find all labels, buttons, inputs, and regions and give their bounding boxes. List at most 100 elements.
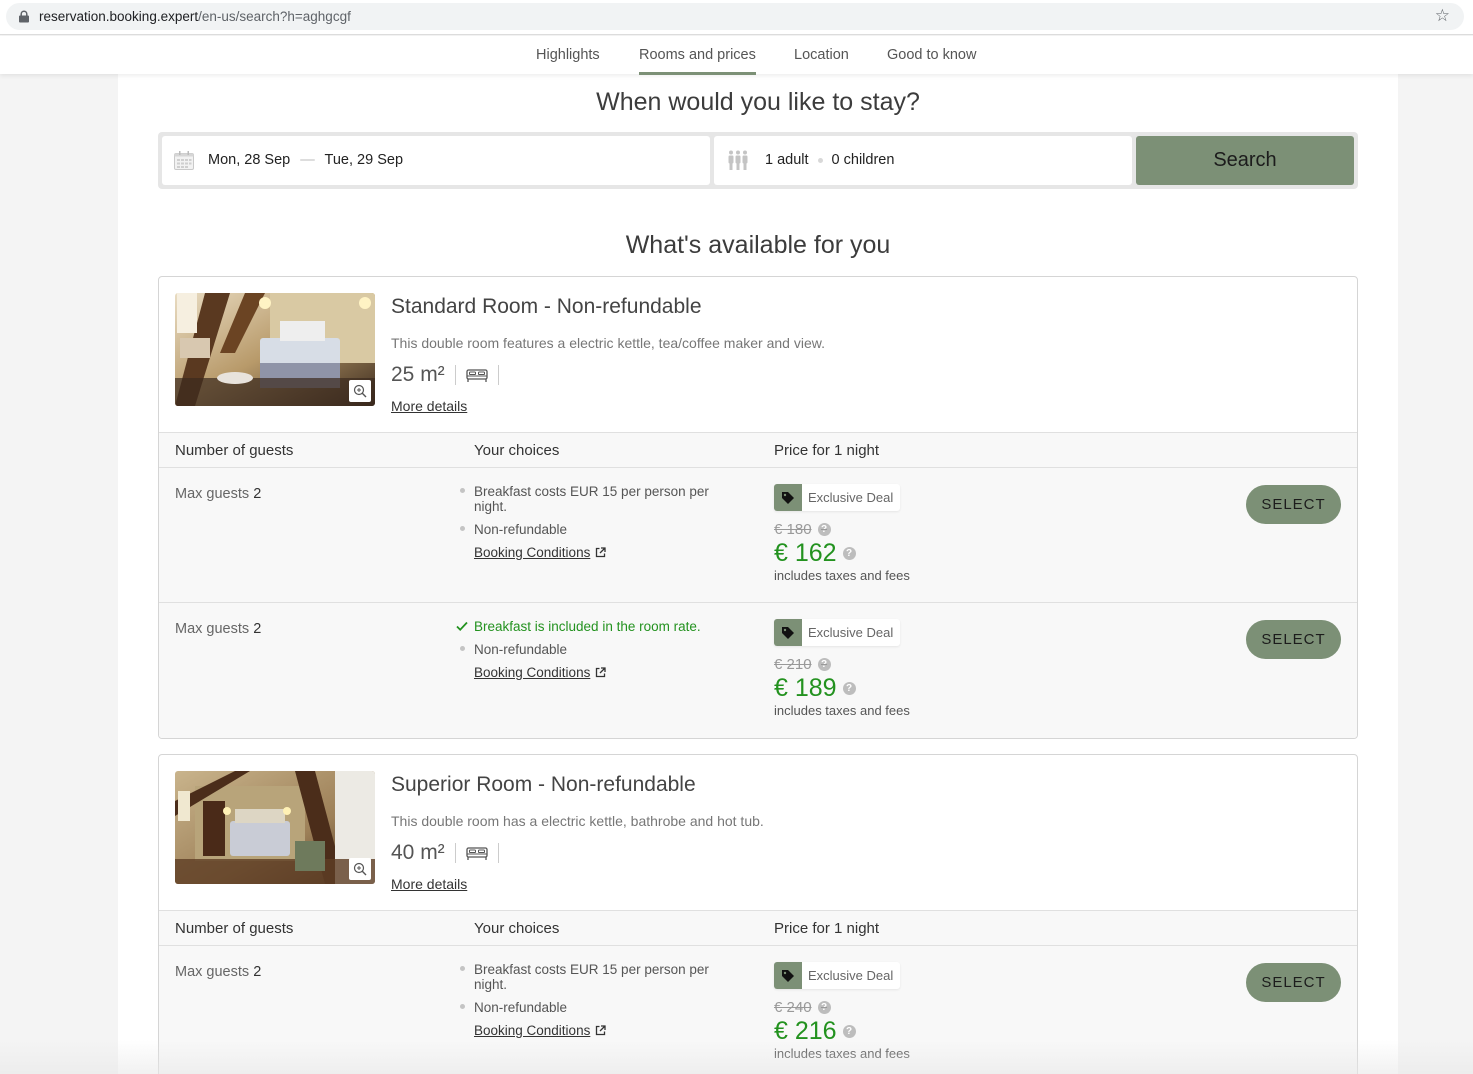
choice-item: Non-refundable [456,1000,736,1015]
url-host: reservation.booking.expert [39,9,199,24]
rates-header: Number of guests Your choices Price for … [159,433,1357,468]
choice-text: Breakfast costs EUR 15 per person per ni… [474,484,709,514]
help-icon[interactable]: ? [817,658,831,671]
nav-location[interactable]: Location [794,47,849,63]
help-icon[interactable]: ? [842,546,856,560]
tag-icon [774,484,802,511]
help-icon[interactable]: ? [817,523,831,536]
rate-choices: Breakfast is included in the room rate. … [456,619,736,680]
more-details-link[interactable]: More details [391,398,467,414]
current-price-value: € 216 [774,1017,837,1045]
search-button[interactable]: Search [1136,136,1354,185]
max-guests-value: 2 [253,621,262,637]
bullet-icon [460,966,465,971]
double-bed-icon [466,369,488,382]
zoom-in-icon [353,384,367,398]
rate-choices: Breakfast costs EUR 15 per person per ni… [456,484,736,560]
max-guests-label: Max guests [175,486,250,502]
rates-header: Number of guests Your choices Price for … [159,911,1357,946]
max-guests-label: Max guests [175,621,250,637]
booking-conditions-link[interactable]: Booking Conditions [456,545,736,560]
bookmark-star-icon[interactable]: ☆ [1435,7,1450,25]
col-header-price: Price for 1 night [774,442,880,459]
availability-heading: What's available for you [625,231,891,259]
main-content: When would you like to stay? Mon, 28 Sep… [118,74,1398,1074]
room-photo[interactable] [175,771,375,884]
choice-item: Non-refundable [456,642,736,657]
search-bar: Mon, 28 Sep — Tue, 29 Sep 1 adult 0 child… [158,132,1358,189]
taxes-note: includes taxes and fees [774,568,910,583]
adults-count: 1 adult [765,152,809,168]
external-link-icon [596,667,606,678]
rate-row: Max guests 2 Breakfast costs EUR 15 per … [159,946,1357,1074]
nav-good-to-know[interactable]: Good to know [887,47,976,63]
exclusive-deal-badge: Exclusive Deal [774,484,901,511]
booking-conditions-label: Booking Conditions [474,665,591,680]
max-guests-value: 2 [253,486,262,502]
room-meta: 25 m² [391,362,509,388]
original-price-value: € 180 [774,521,812,538]
room-photo-image [175,293,375,406]
taxes-note: includes taxes and fees [774,1046,910,1061]
choice-text: Non-refundable [474,522,568,537]
guest-separator [817,157,823,163]
max-guests: Max guests 2 [175,486,261,502]
room-photo[interactable] [175,293,375,406]
lock-icon [19,10,29,23]
nav-highlights[interactable]: Highlights [536,47,600,63]
more-details-link[interactable]: More details [391,876,467,892]
date-range-picker[interactable]: Mon, 28 Sep — Tue, 29 Sep [162,136,710,185]
current-price: € 189? [774,674,910,702]
rate-choices: Breakfast costs EUR 15 per person per ni… [456,962,736,1038]
help-icon[interactable]: ? [842,1024,856,1038]
max-guests-value: 2 [253,964,262,980]
external-link-icon [596,547,606,558]
rates-table: Number of guests Your choices Price for … [159,432,1357,738]
help-icon[interactable]: ? [817,1001,831,1014]
section-nav: Highlights Rooms and prices Location Goo… [0,36,1473,75]
divider [454,365,456,385]
col-header-guests: Number of guests [175,442,294,459]
col-header-guests: Number of guests [175,920,294,937]
address-bar[interactable]: reservation.booking.expert/en-us/search?… [6,3,1464,30]
url-text: reservation.booking.expert/en-us/search?… [39,9,351,24]
booking-conditions-link[interactable]: Booking Conditions [456,665,736,680]
select-button[interactable]: SELECT [1246,620,1341,659]
room-meta: 40 m² [391,840,509,866]
people-icon [728,150,748,170]
room-size: 40 m² [391,841,445,864]
room-description: This double room features a electric ket… [391,335,825,351]
select-button[interactable]: SELECT [1246,485,1341,524]
zoom-in-icon [353,862,367,876]
room-size: 25 m² [391,363,445,386]
photo-zoom-button[interactable] [349,380,371,402]
price-block: Exclusive Deal € 180? € 162? includes ta… [774,484,910,583]
choice-text: Breakfast is included in the room rate. [474,619,701,634]
photo-zoom-button[interactable] [349,858,371,880]
help-icon[interactable]: ? [842,681,856,695]
price-block: Exclusive Deal € 240? € 216? includes ta… [774,962,910,1061]
double-bed-icon [466,847,488,860]
price-block: Exclusive Deal € 210? € 189? includes ta… [774,619,910,718]
booking-conditions-link[interactable]: Booking Conditions [456,1023,736,1038]
children-count: 0 children [831,152,895,168]
col-header-price: Price for 1 night [774,920,880,937]
taxes-note: includes taxes and fees [774,703,910,718]
original-price: € 240? [774,999,831,1016]
nav-rooms-and-prices[interactable]: Rooms and prices [639,47,756,75]
select-button[interactable]: SELECT [1246,963,1341,1002]
exclusive-deal-badge: Exclusive Deal [774,962,901,989]
room-card: Standard Room - Non-refundable This doub… [158,276,1358,739]
deal-label: Exclusive Deal [808,625,894,640]
rate-row: Max guests 2 Breakfast is included in th… [159,603,1357,738]
current-price: € 216? [774,1017,910,1045]
date-range-text: Mon, 28 Sep — Tue, 29 Sep [208,152,403,168]
url-path: /en-us/search?h=aghgcgf [198,9,351,24]
checkin-date: Mon, 28 Sep [208,152,291,168]
current-price: € 162? [774,539,910,567]
choice-item: Breakfast costs EUR 15 per person per ni… [456,484,736,514]
max-guests: Max guests 2 [175,964,261,980]
guest-picker[interactable]: 1 adult 0 children [714,136,1132,185]
tag-icon [774,619,802,646]
room-summary: Superior Room - Non-refundable This doub… [159,755,1357,910]
